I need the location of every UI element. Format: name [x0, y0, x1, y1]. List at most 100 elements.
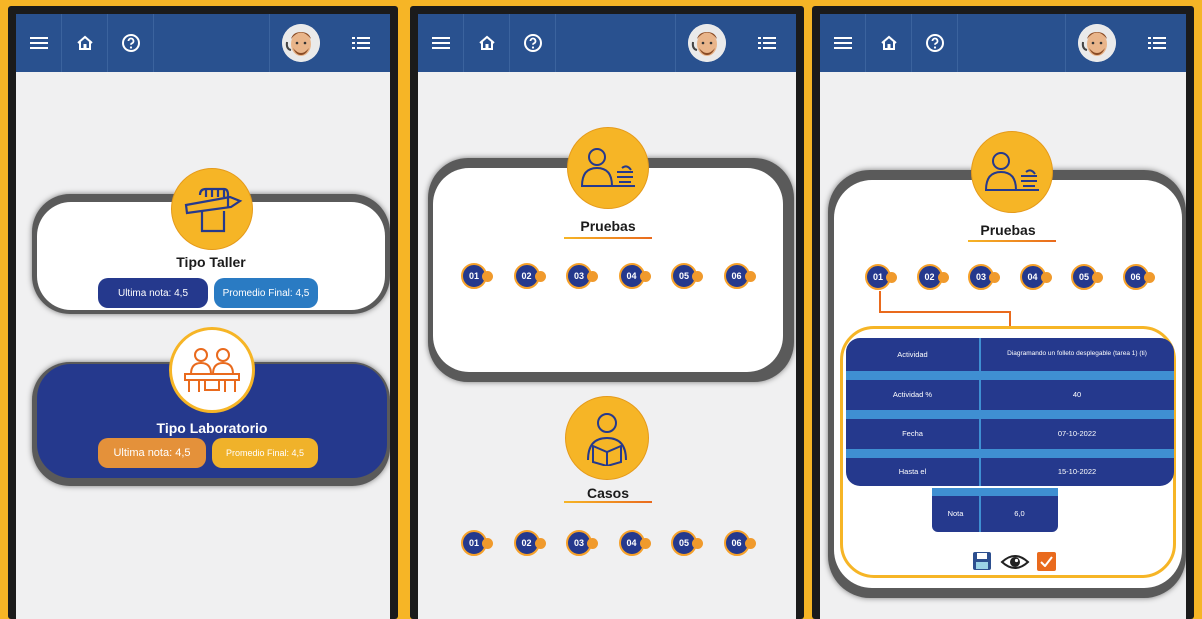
help-button[interactable]: [108, 14, 154, 72]
home-button[interactable]: [866, 14, 912, 72]
list-icon: [1148, 37, 1166, 49]
avatar[interactable]: [1078, 24, 1116, 62]
screen: Pruebas 01 02 03 04 05 06 Actividad Diagraman…: [820, 14, 1186, 619]
menu-icon: [29, 37, 48, 49]
badge-04[interactable]: 04: [618, 263, 651, 289]
students-desk-icon: [184, 348, 240, 392]
pruebas-underline: [968, 240, 1056, 242]
fist-pencil-icon: [184, 187, 243, 233]
home-icon: [76, 35, 93, 50]
pruebas-emblem: [971, 131, 1053, 213]
badge-dot: [534, 270, 546, 282]
list-button[interactable]: [332, 14, 390, 72]
list-button[interactable]: [738, 14, 796, 72]
taller-emblem: [171, 168, 253, 250]
badge-04[interactable]: 04: [1019, 264, 1052, 290]
badge-dot: [1143, 271, 1155, 283]
badge-dot: [692, 270, 703, 282]
casos-emblem: [565, 396, 649, 480]
badge-06[interactable]: 06: [723, 263, 756, 289]
actividad-label: Actividad: [897, 349, 928, 359]
badge-dot: [886, 271, 897, 283]
badge-02[interactable]: 02: [916, 264, 949, 290]
save-button[interactable]: [972, 551, 992, 571]
menu-button[interactable]: [418, 14, 464, 72]
exam-icon: [985, 152, 1039, 191]
phone-taller-laboratorio: Tipo Taller Ultima nota: 4,5 Promedio Fi…: [8, 6, 398, 619]
badge-06[interactable]: 06: [723, 530, 756, 556]
badge-dot: [1040, 271, 1052, 283]
badge-05[interactable]: 05: [1071, 264, 1103, 290]
floppy-disk-icon: [973, 552, 991, 570]
list-icon: [758, 37, 776, 49]
menu-icon: [833, 37, 852, 49]
taller-promedio-pill: Promedio Final: 4,5: [214, 278, 318, 308]
avatar[interactable]: [282, 24, 320, 62]
menu-button[interactable]: [820, 14, 866, 72]
badge-dot: [744, 270, 756, 282]
top-bar: [820, 14, 1186, 72]
view-button[interactable]: [1000, 552, 1030, 572]
home-button[interactable]: [62, 14, 108, 72]
help-button[interactable]: [912, 14, 958, 72]
help-button[interactable]: [510, 14, 556, 72]
badge-dot: [989, 271, 1000, 283]
hasta-label: Hasta el: [898, 467, 927, 477]
home-icon: [880, 35, 897, 50]
badge-01[interactable]: 01: [865, 264, 897, 290]
badge-dot: [692, 537, 703, 549]
badge-04[interactable]: 04: [618, 530, 651, 556]
top-bar: [418, 14, 796, 72]
laboratorio-ultima-pill: Ultima nota: 4,5: [98, 438, 206, 468]
actividad-value: Diagramando un folleto desplegable (tare…: [1007, 350, 1147, 358]
hasta-value: 15-10-2022: [1057, 467, 1097, 477]
reader-icon: [587, 413, 627, 466]
laboratorio-promedio-pill: Promedio Final: 4,5: [212, 438, 318, 468]
badge-05[interactable]: 05: [671, 530, 703, 556]
badge-dot: [534, 537, 546, 549]
help-icon: [523, 34, 542, 52]
pruebas-title: Pruebas: [580, 218, 636, 234]
help-icon: [925, 34, 944, 52]
phone-actividad-detalle: Pruebas 01 02 03 04 05 06 Actividad Diagraman…: [812, 6, 1194, 619]
badge-01[interactable]: 01: [461, 530, 493, 556]
badge-dot: [1092, 271, 1103, 283]
taller-ultima-pill: Ultima nota: 4,5: [98, 278, 208, 308]
badge-dot: [937, 271, 949, 283]
taller-title: Tipo Taller: [176, 254, 246, 270]
screen: Pruebas 01 02 03 04 05 06 Casos 01 02 03 04 05 06: [418, 14, 796, 619]
avatar[interactable]: [688, 24, 726, 62]
badge-06[interactable]: 06: [1122, 264, 1155, 290]
badge-dot: [639, 270, 651, 282]
badge-01[interactable]: 01: [461, 263, 493, 289]
approve-button[interactable]: [1037, 552, 1056, 571]
fecha-value: 07-10-2022: [1057, 429, 1097, 439]
nota-value: 6,0: [1014, 509, 1025, 519]
badge-02[interactable]: 02: [513, 530, 546, 556]
pruebas-title: Pruebas: [980, 222, 1036, 238]
badge-dot: [587, 537, 598, 549]
phone-pruebas-casos: Pruebas 01 02 03 04 05 06 Casos 01 02 03 04 05 06: [410, 6, 804, 619]
badge-05[interactable]: 05: [671, 263, 703, 289]
badge-dot: [587, 270, 598, 282]
nota-label: Nota: [947, 509, 964, 519]
badge-dot: [639, 537, 651, 549]
pruebas-emblem: [567, 127, 649, 209]
home-button[interactable]: [464, 14, 510, 72]
badge-02[interactable]: 02: [513, 263, 546, 289]
badge-dot: [482, 270, 493, 282]
badge-dot: [482, 537, 493, 549]
check-icon: [1040, 556, 1053, 567]
top-bar: [16, 14, 390, 72]
badge-03[interactable]: 03: [566, 530, 598, 556]
badge-03[interactable]: 03: [566, 263, 598, 289]
laboratorio-emblem: [169, 327, 255, 413]
actividad-pct-label: Actividad %: [892, 390, 933, 400]
menu-icon: [431, 37, 450, 49]
exam-icon: [581, 148, 635, 187]
menu-button[interactable]: [16, 14, 62, 72]
badge-03[interactable]: 03: [968, 264, 1000, 290]
eye-icon: [1000, 555, 1030, 569]
list-button[interactable]: [1128, 14, 1186, 72]
casos-underline: [564, 501, 652, 503]
